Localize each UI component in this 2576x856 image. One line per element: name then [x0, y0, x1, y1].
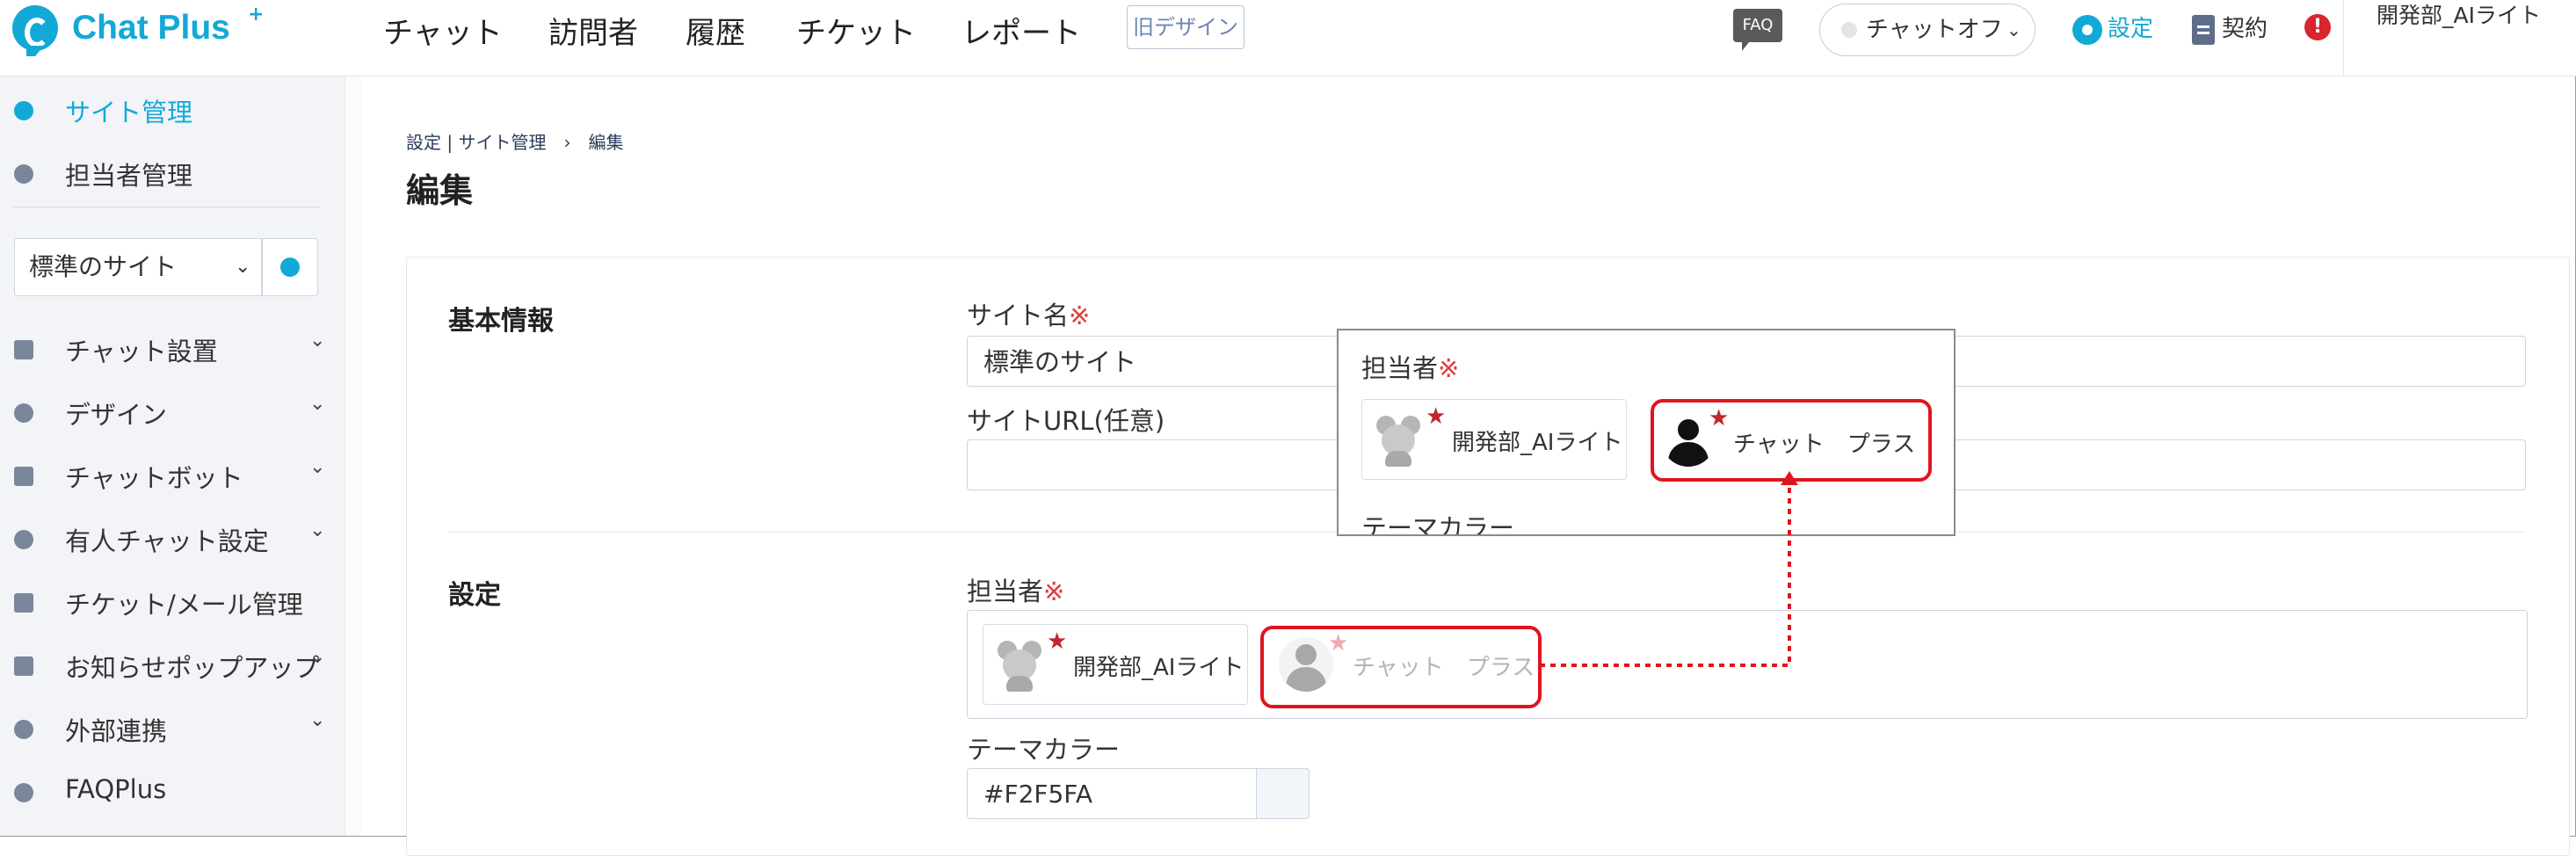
connector-arrow [1540, 471, 1798, 667]
